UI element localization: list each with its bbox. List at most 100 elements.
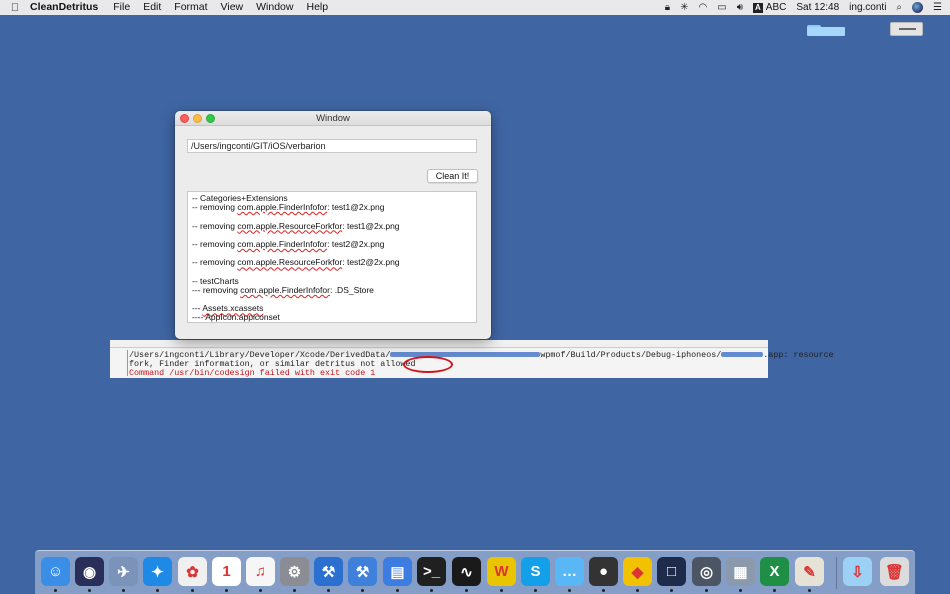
menu-view[interactable]: View [221,0,244,15]
log-line: ---- AppIcon.appiconset [192,312,280,323]
log-line: -- removing com.apple.ResourceForkfor: t… [192,220,400,231]
menu-edit[interactable]: Edit [143,0,161,15]
camera-app-glyph: ● [598,563,609,580]
downloads-folder-glyph: ⇩ [851,563,864,581]
menu-file[interactable]: File [113,0,130,15]
minimize-button[interactable] [193,114,202,123]
cyberduck-icon[interactable]: ◆ [623,557,652,586]
running-indicator [739,589,742,592]
downloads-folder-icon[interactable]: ⇩ [843,557,872,586]
system-preferences-icon[interactable]: ⚙ [280,557,309,586]
log-line: -- removing com.apple.ResourceForkfor: t… [192,257,400,268]
running-indicator [259,589,262,592]
xcode-beta-icon[interactable]: ⚒ [348,557,377,586]
lock-icon[interactable]: 🔒︎ [665,2,670,13]
image-capture-glyph: ▦ [733,563,748,581]
airplay-icon[interactable]: ▭ [717,2,726,13]
app-menu[interactable]: CleanDetritus [30,0,98,15]
running-indicator [156,589,159,592]
running-indicator [225,589,228,592]
desktop-folder-icon[interactable] [807,25,845,36]
red-circle-annotation [403,356,453,373]
app-window: Window /Users/ingconti/GIT/iOS/verbarion… [175,111,491,339]
terminal-excerpt-image: /Users/ingconti/Library/Developer/Xcode/… [110,340,834,378]
running-indicator [568,589,571,592]
desktop-drive-icon[interactable] [890,22,923,36]
menu-window[interactable]: Window [256,0,293,15]
running-indicator [705,589,708,592]
excel-glyph: X [769,563,780,580]
running-indicator [500,589,503,592]
image-capture-icon[interactable]: ▦ [726,557,755,586]
path-input[interactable]: /Users/ingconti/GIT/iOS/verbarion [187,139,477,153]
running-indicator [396,589,399,592]
network-utility-icon[interactable]: ◎ [692,557,721,586]
apple-menu-icon[interactable]:  [0,2,30,14]
word-app-icon[interactable]: W [487,557,516,586]
itunes-icon[interactable]: ♫ [246,557,275,586]
running-indicator [602,589,605,592]
excel-icon[interactable]: X [760,557,789,586]
siri-menu-icon[interactable] [912,2,924,13]
siri-icon[interactable]: ◉ [75,557,104,586]
menu-help[interactable]: Help [306,0,328,15]
terminal-clipped-line [110,340,768,348]
photos-icon[interactable]: ✿ [178,557,207,586]
word-app-glyph: W [494,563,509,580]
launchpad-glyph: ✈ [117,563,130,581]
safari-glyph: ✦ [151,563,164,581]
running-indicator [122,589,125,592]
running-indicator [773,589,776,592]
system-preferences-glyph: ⚙ [287,563,302,581]
finder-icon[interactable]: ☺ [41,557,70,586]
preview-glyph: □ [666,563,677,580]
activity-monitor-icon[interactable]: ∿ [452,557,481,586]
keynote-icon[interactable]: ▤ [383,557,412,586]
skype-icon[interactable]: S [521,557,550,586]
finder-glyph: ☺ [47,563,64,580]
running-indicator [191,589,194,592]
notification-center-icon[interactable]: ☰ [933,2,942,13]
siri-glyph: ◉ [82,563,97,581]
calendar-icon[interactable]: 1 [212,557,241,586]
menu-format[interactable]: Format [174,0,207,15]
trash-icon[interactable]: 🗑 [880,557,909,586]
spotlight-search-icon[interactable]: ⌕ [896,2,902,13]
running-indicator [54,589,57,592]
bluetooth-icon[interactable]: ✳︎ [680,2,688,13]
camera-app-icon[interactable]: ● [589,557,618,586]
terminal-icon[interactable]: >_ [417,557,446,586]
running-indicator [534,589,537,592]
input-source-menu[interactable]: A ABC [753,2,786,13]
running-indicator [808,589,811,592]
cyberduck-glyph: ◆ [631,563,644,581]
xcode-icon[interactable]: ⚒ [314,557,343,586]
photos-glyph: ✿ [186,563,199,581]
close-button[interactable] [180,114,189,123]
messages-icon[interactable]: … [555,557,584,586]
volume-icon[interactable]: 🔊︎ [737,2,743,13]
log-output-area[interactable]: -- Categories+Extensions -- removing com.… [187,191,477,323]
wifi-icon[interactable]: ◠ [699,2,708,13]
zoom-button[interactable] [206,114,215,123]
log-line: -- removing com.apple.FinderInfofor: tes… [192,238,385,249]
terminal-error-line: Command /usr/bin/codesign failed with ex… [129,368,376,378]
preview-icon[interactable]: □ [657,557,686,586]
activity-monitor-glyph: ∿ [460,563,473,581]
clean-it-button[interactable]: Clean It! [427,169,478,183]
user-name[interactable]: ing.conti [849,2,886,13]
skype-glyph: S [530,563,541,580]
input-source-label: ABC [765,2,787,13]
window-titlebar[interactable]: Window [175,111,491,126]
log-line: --- removing com.apple.FinderInfofor: .D… [192,284,374,295]
dock-separator [836,557,837,589]
clean-detritus-icon[interactable]: ✎ [795,557,824,586]
messages-glyph: … [562,563,577,580]
launchpad-icon[interactable]: ✈ [109,557,138,586]
running-indicator [430,589,433,592]
safari-icon[interactable]: ✦ [143,557,172,586]
running-indicator [88,589,91,592]
clock[interactable]: Sat 12:48 [796,2,839,13]
status-area: 🔒︎ ✳︎ ◠ ▭ 🔊︎ A ABC Sat 12:48 ing.conti ⌕… [655,0,942,15]
running-indicator [327,589,330,592]
